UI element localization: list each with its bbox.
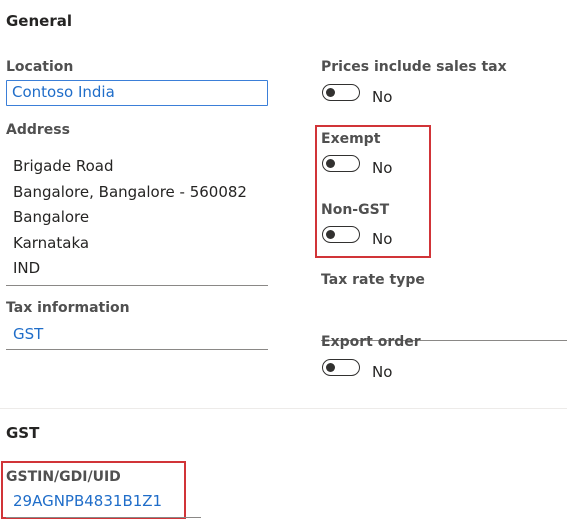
toggle-knob — [326, 87, 335, 97]
tax-information-underline — [6, 349, 268, 350]
gstin-link[interactable]: 29AGNPB4831B1Z1 — [13, 492, 162, 510]
prices-include-sales-tax-toggle[interactable] — [322, 84, 360, 101]
exempt-label: Exempt — [321, 131, 381, 147]
tax-information-label: Tax information — [6, 300, 130, 316]
toggle-knob — [326, 158, 335, 168]
location-label: Location — [6, 59, 74, 75]
address-line: Karnataka — [13, 233, 90, 252]
non-gst-state: No — [372, 230, 393, 248]
export-order-label: Export order — [321, 334, 421, 350]
gstin-label: GSTIN/GDI/UID — [6, 469, 121, 485]
address-block: Brigade Road Bangalore, Bangalore - 5600… — [13, 154, 247, 282]
gst-section-title: GST — [6, 424, 40, 442]
prices-include-sales-tax-label: Prices include sales tax — [321, 59, 507, 75]
location-input[interactable]: Contoso India — [6, 80, 268, 106]
tax-information-link[interactable]: GST — [13, 325, 43, 343]
address-line: Brigade Road — [13, 157, 114, 175]
non-gst-label: Non-GST — [321, 202, 390, 218]
export-order-state: No — [372, 363, 393, 381]
exempt-state: No — [372, 159, 393, 177]
address-line: IND — [13, 259, 41, 277]
general-section-title: General — [6, 12, 72, 30]
toggle-knob — [326, 362, 335, 372]
address-underline — [6, 285, 268, 286]
exempt-toggle[interactable] — [322, 155, 360, 172]
address-line: Bangalore, Bangalore - 560082 — [13, 182, 247, 201]
toggle-knob — [326, 229, 335, 239]
tax-rate-type-label: Tax rate type — [321, 272, 425, 288]
address-line: Bangalore — [13, 208, 90, 226]
gstin-underline — [6, 517, 201, 518]
non-gst-toggle[interactable] — [322, 226, 360, 243]
address-label: Address — [6, 122, 70, 138]
export-order-toggle[interactable] — [322, 359, 360, 376]
section-divider — [0, 408, 567, 409]
prices-include-sales-tax-state: No — [372, 88, 393, 106]
